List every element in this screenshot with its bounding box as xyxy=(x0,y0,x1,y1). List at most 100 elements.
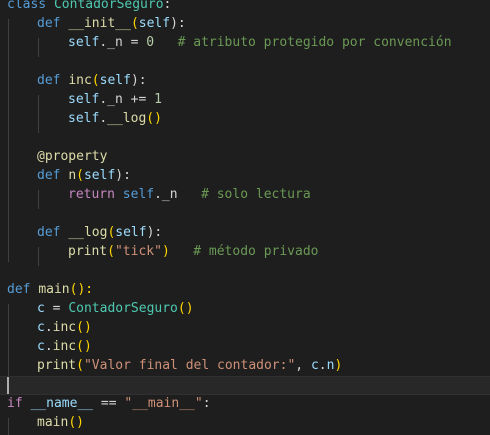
indent-guide xyxy=(38,247,39,266)
indent-guide xyxy=(8,19,9,262)
comment: # atributo protegido por convención xyxy=(177,35,452,50)
class-name: ContadorSeguro xyxy=(68,301,178,316)
keyword: if xyxy=(7,396,23,411)
bracket: () xyxy=(177,301,194,316)
variable: c xyxy=(37,320,45,335)
bracket: ) xyxy=(161,244,170,259)
operator: == xyxy=(93,396,125,411)
class-name: ContadorSeguro xyxy=(53,0,164,12)
text-cursor xyxy=(7,377,9,394)
attribute-increment: ._n += xyxy=(99,92,155,107)
code-line[interactable]: def n(self): xyxy=(37,166,131,185)
code-editor[interactable]: class ContadorSeguro: def __init__(self)… xyxy=(0,0,490,435)
builtin-call: print xyxy=(37,358,77,373)
code-line[interactable]: def inc(self): xyxy=(37,71,147,90)
bracket: ( xyxy=(107,244,115,259)
code-line[interactable]: c.inc() xyxy=(37,318,92,337)
code-line[interactable]: def __init__(self): xyxy=(37,14,186,33)
code-line[interactable]: main() xyxy=(37,413,84,432)
variable: c xyxy=(310,358,319,373)
indent-guide xyxy=(38,95,39,133)
parameter: self xyxy=(99,73,131,88)
keyword: def xyxy=(7,282,31,297)
method-call: __log xyxy=(107,111,147,126)
bracket: () xyxy=(76,320,92,335)
bracket: ) xyxy=(334,358,343,373)
code-line[interactable]: print("Valor final del contador:", c.n) xyxy=(37,356,342,375)
code-line[interactable]: return self._n # solo lectura xyxy=(68,185,311,204)
method-call: inc xyxy=(52,339,77,354)
function-name: __log xyxy=(68,225,108,240)
keyword: def xyxy=(37,16,61,31)
variable: c xyxy=(37,301,45,316)
attribute-access: ._n xyxy=(154,187,178,202)
bracket: ( xyxy=(130,16,139,31)
keyword: def xyxy=(37,168,61,183)
code-line[interactable]: c.inc() xyxy=(37,337,92,356)
comment: # método privado xyxy=(193,244,319,259)
operator: = xyxy=(44,301,69,316)
dunder-name: __name__ xyxy=(30,396,94,411)
code-line[interactable]: class ContadorSeguro: xyxy=(7,0,171,14)
code-line[interactable]: self.__log() xyxy=(68,109,162,128)
keyword: def xyxy=(37,73,61,88)
keyword: def xyxy=(37,225,61,240)
parameter: self xyxy=(83,168,116,183)
current-line-highlight xyxy=(0,376,490,395)
punctuation: ): xyxy=(130,73,147,88)
code-line[interactable]: if __name__ == "__main__": xyxy=(7,394,211,413)
bracket: () xyxy=(146,111,162,126)
bracket: (): xyxy=(69,282,94,297)
bracket: () xyxy=(68,415,84,430)
punctuation: : xyxy=(163,0,172,12)
keyword: return xyxy=(68,187,115,202)
self-reference: self xyxy=(68,35,100,50)
string-literal: "Valor final del contador:" xyxy=(83,358,296,373)
decorator: @property xyxy=(37,149,108,164)
builtin-call: print xyxy=(68,244,108,259)
indent-guide xyxy=(8,418,9,435)
method-call: inc xyxy=(52,320,77,335)
function-name: n xyxy=(68,168,77,183)
punctuation: ): xyxy=(115,168,131,183)
function-call: main xyxy=(37,415,69,430)
code-line[interactable]: c = ContadorSeguro() xyxy=(37,299,194,318)
code-line[interactable]: self._n += 1 xyxy=(68,90,162,109)
bracket: ( xyxy=(76,358,84,373)
punctuation: . xyxy=(318,358,327,373)
bracket: ( xyxy=(76,168,84,183)
code-line[interactable]: print("tick") # método privado xyxy=(68,242,318,261)
function-name: main xyxy=(38,282,70,297)
code-line[interactable]: def main(): xyxy=(7,280,93,299)
code-line[interactable]: self._n = 0 # atributo protegido por con… xyxy=(68,33,452,52)
indent-guide xyxy=(8,304,9,376)
bracket: () xyxy=(76,339,92,354)
bracket: ( xyxy=(91,73,100,88)
self-reference: self xyxy=(68,92,100,107)
number-literal: 1 xyxy=(154,92,162,107)
variable: c xyxy=(37,339,45,354)
keyword: class xyxy=(7,0,47,12)
function-name: __init__ xyxy=(68,16,131,31)
indent-guide xyxy=(38,38,39,57)
parameter: self xyxy=(138,16,171,31)
code-line[interactable]: @property xyxy=(37,147,107,166)
number-literal: 0 xyxy=(146,35,155,50)
function-name: inc xyxy=(68,73,92,88)
string-literal: "tick" xyxy=(114,244,162,259)
code-line[interactable]: def __log(self): xyxy=(37,223,162,242)
self-reference: self xyxy=(68,111,100,126)
parameter: self xyxy=(115,225,147,240)
punctuation: ): xyxy=(170,16,186,31)
punctuation: : xyxy=(202,396,211,411)
indent-guide xyxy=(38,190,39,209)
punctuation: , xyxy=(295,358,311,373)
punctuation: ): xyxy=(146,225,163,240)
attribute-assignment: ._n = xyxy=(99,35,147,50)
comment: # solo lectura xyxy=(201,187,311,202)
